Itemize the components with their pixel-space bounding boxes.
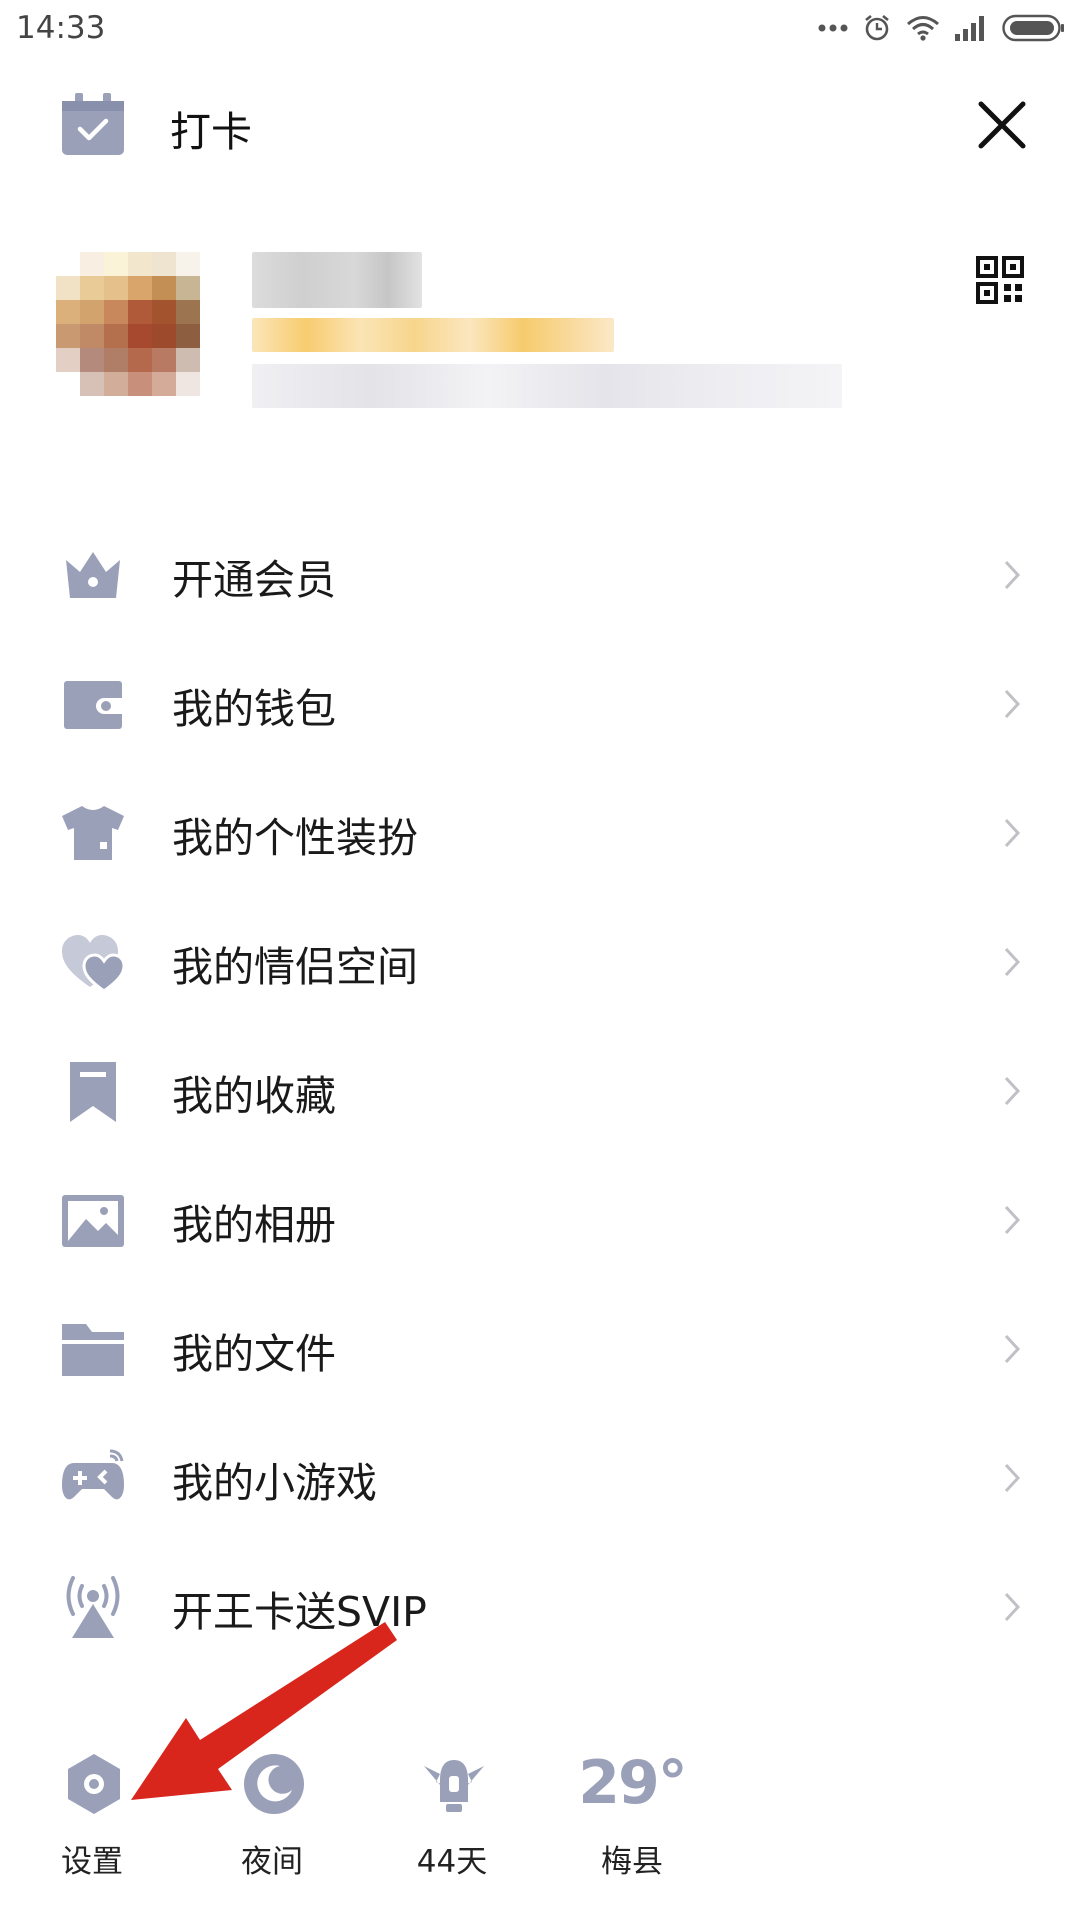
close-icon[interactable] [975, 98, 1029, 152]
calendar-check-icon[interactable] [60, 93, 126, 157]
menu-label: 我的相册 [172, 1201, 336, 1249]
menu-item-vip[interactable]: 开通会员 [0, 510, 1080, 639]
folder-icon [62, 1324, 124, 1376]
checkin-label[interactable]: 打卡 [170, 98, 252, 158]
checkin-days-label: 44天 [416, 1844, 488, 1880]
menu-label: 我的个性装扮 [172, 814, 418, 862]
winged-badge-icon [424, 1760, 484, 1812]
antenna-icon [66, 1576, 120, 1638]
menu-item-files[interactable]: 我的文件 [0, 1284, 1080, 1413]
chevron-right-icon [1004, 1076, 1021, 1106]
menu-item-wallet[interactable]: 我的钱包 [0, 639, 1080, 768]
level-blur [252, 318, 614, 352]
menu-label: 我的收藏 [172, 1072, 336, 1120]
chevron-right-icon [1004, 1334, 1021, 1364]
menu-list: 开通会员 我的钱包 我的个性装扮 我的情侣空间 我的收藏 我的相册 我的文件 我… [0, 510, 1080, 1671]
menu-label: 我的小游戏 [172, 1459, 377, 1507]
bookmark-icon [70, 1062, 116, 1122]
qr-code-icon[interactable] [976, 256, 1024, 304]
profile-info-blurred [252, 252, 852, 420]
chevron-right-icon [1004, 1592, 1021, 1622]
menu-label: 开王卡送SVIP [172, 1588, 427, 1636]
alarm-icon [865, 14, 889, 41]
menu-item-couple[interactable]: 我的情侣空间 [0, 897, 1080, 1026]
status-time: 14:33 [16, 10, 106, 46]
signature-blur [252, 364, 842, 408]
gamepad-icon [62, 1449, 124, 1500]
menu-item-minigames[interactable]: 我的小游戏 [0, 1413, 1080, 1542]
crown-icon [66, 552, 120, 598]
wallet-icon [64, 681, 122, 729]
avatar[interactable] [56, 252, 224, 420]
moon-icon [244, 1754, 304, 1814]
nickname-blur [252, 252, 422, 308]
gear-icon [68, 1754, 120, 1814]
header: 打卡 [0, 80, 1080, 170]
photo-icon [62, 1195, 124, 1247]
menu-label: 开通会员 [172, 556, 336, 604]
profile-card[interactable] [0, 240, 1080, 440]
night-mode-button[interactable]: 夜间 [202, 1740, 342, 1880]
menu-item-dressup[interactable]: 我的个性装扮 [0, 768, 1080, 897]
menu-label: 我的情侣空间 [172, 943, 418, 991]
settings-label: 设置 [61, 1844, 123, 1880]
chevron-right-icon [1004, 560, 1021, 590]
status-bar: 14:33 [0, 0, 1080, 56]
checkin-days-button[interactable]: 44天 [382, 1740, 522, 1880]
bottom-bar: 设置 夜间 44天 29° 梅县 [0, 1740, 1080, 1880]
night-label: 夜间 [241, 1844, 303, 1880]
menu-item-kingcard[interactable]: 开王卡送SVIP [0, 1542, 1080, 1671]
chevron-right-icon [1004, 1463, 1021, 1493]
menu-item-album[interactable]: 我的相册 [0, 1155, 1080, 1284]
status-icons [818, 8, 1066, 48]
menu-label: 我的钱包 [172, 685, 336, 733]
menu-item-favorites[interactable]: 我的收藏 [0, 1026, 1080, 1155]
weather-button[interactable]: 29° 梅县 [562, 1740, 702, 1880]
chevron-right-icon [1004, 947, 1021, 977]
battery-icon [1002, 14, 1064, 42]
tshirt-icon [62, 806, 124, 860]
wifi-icon [907, 16, 939, 41]
chevron-right-icon [1004, 1205, 1021, 1235]
more-dots-icon [818, 24, 848, 32]
weather-temperature: 29° [578, 1748, 688, 1818]
menu-label: 我的文件 [172, 1330, 336, 1378]
settings-button[interactable]: 设置 [22, 1740, 162, 1880]
chevron-right-icon [1004, 689, 1021, 719]
chevron-right-icon [1004, 818, 1021, 848]
signal-icon [955, 16, 984, 41]
weather-city: 梅县 [601, 1844, 663, 1880]
hearts-icon [62, 935, 126, 993]
